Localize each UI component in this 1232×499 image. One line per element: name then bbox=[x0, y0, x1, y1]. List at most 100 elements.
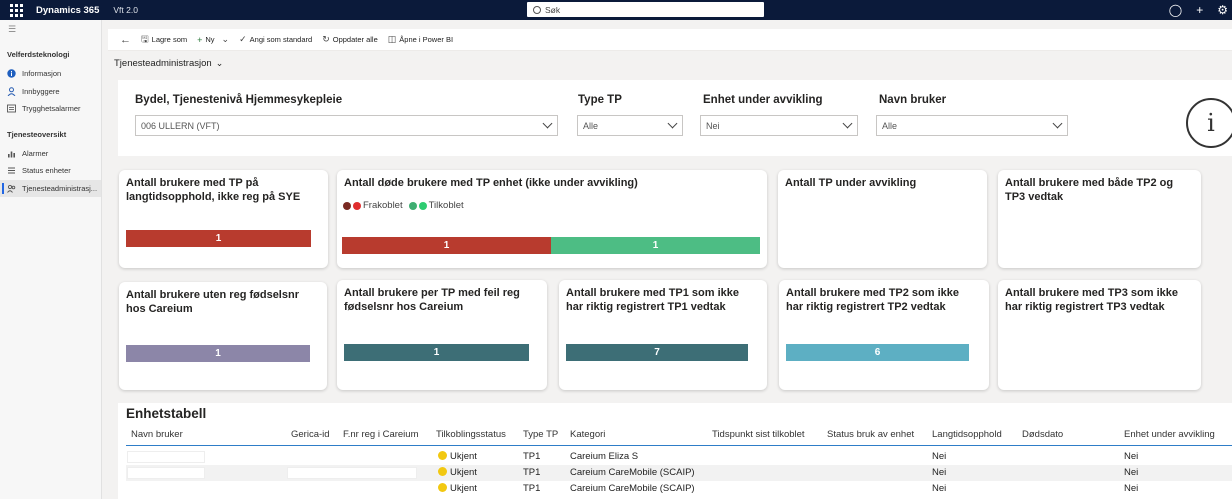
open-powerbi-button[interactable]: ◫ Åpne i Power BI bbox=[388, 34, 453, 45]
sidebar-item-tjenesteadministrasjon[interactable]: Tjenesteadministrasj... bbox=[0, 179, 101, 197]
view-selector[interactable]: Tjenesteadministrasjon ⌄ bbox=[114, 58, 223, 69]
sidebar-item-innbyggere[interactable]: Innbyggere bbox=[0, 83, 101, 101]
legend-marker bbox=[418, 201, 427, 210]
kpi-card-uten-fodselsnr[interactable]: Antall brukere uten reg fødselsnr hos Ca… bbox=[119, 282, 327, 390]
enhetstabell: Enhetstabell Navn bruker Gerica-id F.nr … bbox=[118, 403, 1232, 499]
card-title: Antall døde brukere med TP enhet (ikke u… bbox=[344, 177, 638, 189]
cell-type: TP1 bbox=[523, 451, 541, 462]
alarm-list-icon bbox=[7, 104, 16, 113]
checkmark-icon: ✓ bbox=[239, 34, 247, 44]
kpi-card-tp1-vedtak[interactable]: Antall brukere med TP1 som ikke har rikt… bbox=[559, 280, 767, 390]
open-powerbi-label: Åpne i Power BI bbox=[399, 35, 454, 44]
refresh-icon: ↻ bbox=[322, 34, 330, 44]
app-environment[interactable]: Vft 2.0 bbox=[113, 5, 138, 15]
kpi-card-under-avvikling[interactable]: Antall TP under avvikling bbox=[778, 170, 987, 268]
col-header-kategori[interactable]: Kategori bbox=[570, 429, 605, 440]
table-row[interactable]: Ukjent TP1 Careium CareMobile (SCAIP) Ne… bbox=[126, 481, 1232, 497]
col-header-status[interactable]: Status bruk av enhet bbox=[827, 429, 914, 440]
save-as-label: Lagre som bbox=[151, 35, 188, 44]
filter-navn-value: Alle bbox=[882, 120, 898, 131]
cell-tilkobling: Ukjent bbox=[438, 483, 477, 494]
kpi-card-dode-brukere[interactable]: Antall døde brukere med TP enhet (ikke u… bbox=[337, 170, 767, 268]
command-bar: ← 🖫 Lagre som + Ny ⌄ ✓ Angi som standard ↻ Op… bbox=[108, 29, 1232, 51]
sidebar-item-alarmer[interactable]: Alarmer bbox=[0, 145, 101, 163]
sidebar-item-label: Informasjon bbox=[22, 69, 62, 79]
status-dot-icon bbox=[438, 467, 447, 476]
cell-avvikling: Nei bbox=[1124, 467, 1139, 478]
sidebar-item-label: Status enheter bbox=[22, 166, 71, 176]
top-actions: ◯ + ⚙ bbox=[1169, 0, 1232, 20]
app-name[interactable]: Dynamics 365 bbox=[36, 5, 99, 16]
kpi-card-feil-fodselsnr[interactable]: Antall brukere per TP med feil reg fødse… bbox=[337, 280, 547, 390]
kpi-card-langtidsopphold[interactable]: Antall brukere med TP på langtidsopphold… bbox=[119, 170, 328, 268]
chevron-down-icon: ⌄ bbox=[221, 34, 230, 44]
global-search-input[interactable]: Søk bbox=[527, 2, 764, 17]
chart-legend: Frakoblet Tilkoblet bbox=[343, 200, 464, 211]
cell-langtid: Nei bbox=[932, 451, 947, 462]
refresh-all-button[interactable]: ↻ Oppdater alle bbox=[322, 34, 378, 45]
save-as-button[interactable]: 🖫 Lagre som bbox=[141, 32, 187, 48]
cell-type: TP1 bbox=[523, 483, 541, 494]
kpi-card-tp3-vedtak[interactable]: Antall brukere med TP3 som ikke har rikt… bbox=[998, 280, 1201, 390]
powerbi-icon: ◫ bbox=[387, 34, 397, 44]
col-header-avvikling[interactable]: Enhet under avvikling bbox=[1124, 429, 1215, 440]
col-header-gerica[interactable]: Gerica-id bbox=[291, 429, 330, 440]
cell-tilkobling-text: Ukjent bbox=[450, 467, 477, 478]
filter-navn-select[interactable]: Alle bbox=[876, 115, 1068, 136]
col-header-tidspunkt[interactable]: Tidspunkt sist tilkoblet bbox=[712, 429, 805, 440]
col-header-dodsdato[interactable]: Dødsdato bbox=[1022, 429, 1063, 440]
sidebar-item-informasjon[interactable]: Informasjon bbox=[0, 65, 101, 83]
kpi-bar: 1 bbox=[126, 230, 311, 247]
card-title: Antall brukere per TP med feil reg fødse… bbox=[344, 287, 520, 313]
info-icon[interactable]: i bbox=[1186, 98, 1232, 148]
kpi-bar: 6 bbox=[786, 344, 969, 361]
legend-marker bbox=[343, 201, 351, 210]
cell-langtid: Nei bbox=[932, 467, 947, 478]
legend-frakoblet: Frakoblet bbox=[363, 200, 403, 211]
chevron-down-icon bbox=[1052, 118, 1063, 129]
sidebar-item-trygghetsalarmer[interactable]: Trygghetsalarmer bbox=[0, 100, 101, 118]
table-row[interactable]: Ukjent TP1 Careium Eliza S Nei Nei bbox=[126, 449, 1232, 465]
set-default-label: Angi som standard bbox=[249, 35, 313, 44]
col-header-type[interactable]: Type TP bbox=[523, 429, 558, 440]
chevron-down-icon bbox=[842, 118, 853, 129]
legend-marker bbox=[353, 201, 361, 210]
chevron-down-icon bbox=[667, 118, 678, 129]
kpi-card-tp2-tp3[interactable]: Antall brukere med både TP2 og TP3 vedta… bbox=[998, 170, 1201, 268]
redacted-id bbox=[287, 467, 417, 479]
plus-icon[interactable]: + bbox=[1196, 3, 1203, 17]
sidebar-item-status-enheter[interactable]: Status enheter bbox=[0, 162, 101, 180]
kpi-bar: 1 bbox=[126, 345, 310, 362]
app-launcher-icon[interactable] bbox=[8, 2, 24, 18]
filter-avvikling-value: Nei bbox=[706, 120, 720, 131]
status-dot-icon bbox=[438, 483, 447, 492]
search-placeholder: Søk bbox=[545, 4, 561, 15]
top-bar: Dynamics 365 Vft 2.0 Søk ◯ + ⚙ bbox=[0, 0, 1232, 20]
chevron-down-icon: ⌄ bbox=[215, 58, 224, 68]
new-label: Ny bbox=[205, 35, 215, 44]
sidebar-group-velferdsteknologi: Velferdsteknologi bbox=[7, 50, 70, 59]
col-header-navn[interactable]: Navn bruker bbox=[131, 429, 183, 440]
set-default-button[interactable]: ✓ Angi som standard bbox=[239, 34, 312, 45]
col-header-fnr[interactable]: F.nr reg i Careium bbox=[343, 429, 419, 440]
settings-icon[interactable]: ⚙ bbox=[1217, 3, 1228, 17]
back-arrow-icon[interactable]: ← bbox=[120, 34, 131, 46]
hamburger-icon[interactable]: ☰ bbox=[8, 24, 101, 38]
table-row[interactable]: Ukjent TP1 Careium CareMobile (SCAIP) Ne… bbox=[126, 465, 1232, 481]
new-button[interactable]: + Ny ⌄ bbox=[197, 34, 229, 45]
filter-bydel-select[interactable]: 006 ULLERN (VFT) bbox=[135, 115, 558, 136]
filter-avvikling-select[interactable]: Nei bbox=[700, 115, 858, 136]
filter-typetp-select[interactable]: Alle bbox=[577, 115, 683, 136]
kpi-bar-frakoblet: 1 bbox=[342, 237, 551, 254]
filter-avvikling-label: Enhet under avvikling bbox=[703, 94, 823, 106]
lightbulb-icon[interactable]: ◯ bbox=[1169, 3, 1182, 17]
people-icon bbox=[7, 184, 16, 193]
col-header-tilkobling[interactable]: Tilkoblingsstatus bbox=[436, 429, 506, 440]
filter-panel: Bydel, Tjenestenivå Hjemmesykepleie 006 … bbox=[118, 80, 1232, 154]
card-title: Antall brukere med TP på langtidsopphold… bbox=[126, 177, 301, 203]
kpi-card-tp2-vedtak[interactable]: Antall brukere med TP2 som ikke har rikt… bbox=[779, 280, 989, 390]
col-header-langtid[interactable]: Langtidsopphold bbox=[932, 429, 1002, 440]
cell-type: TP1 bbox=[523, 467, 541, 478]
cell-tilkobling-text: Ukjent bbox=[450, 483, 477, 494]
cell-kategori: Careium CareMobile (SCAIP) bbox=[570, 483, 695, 494]
